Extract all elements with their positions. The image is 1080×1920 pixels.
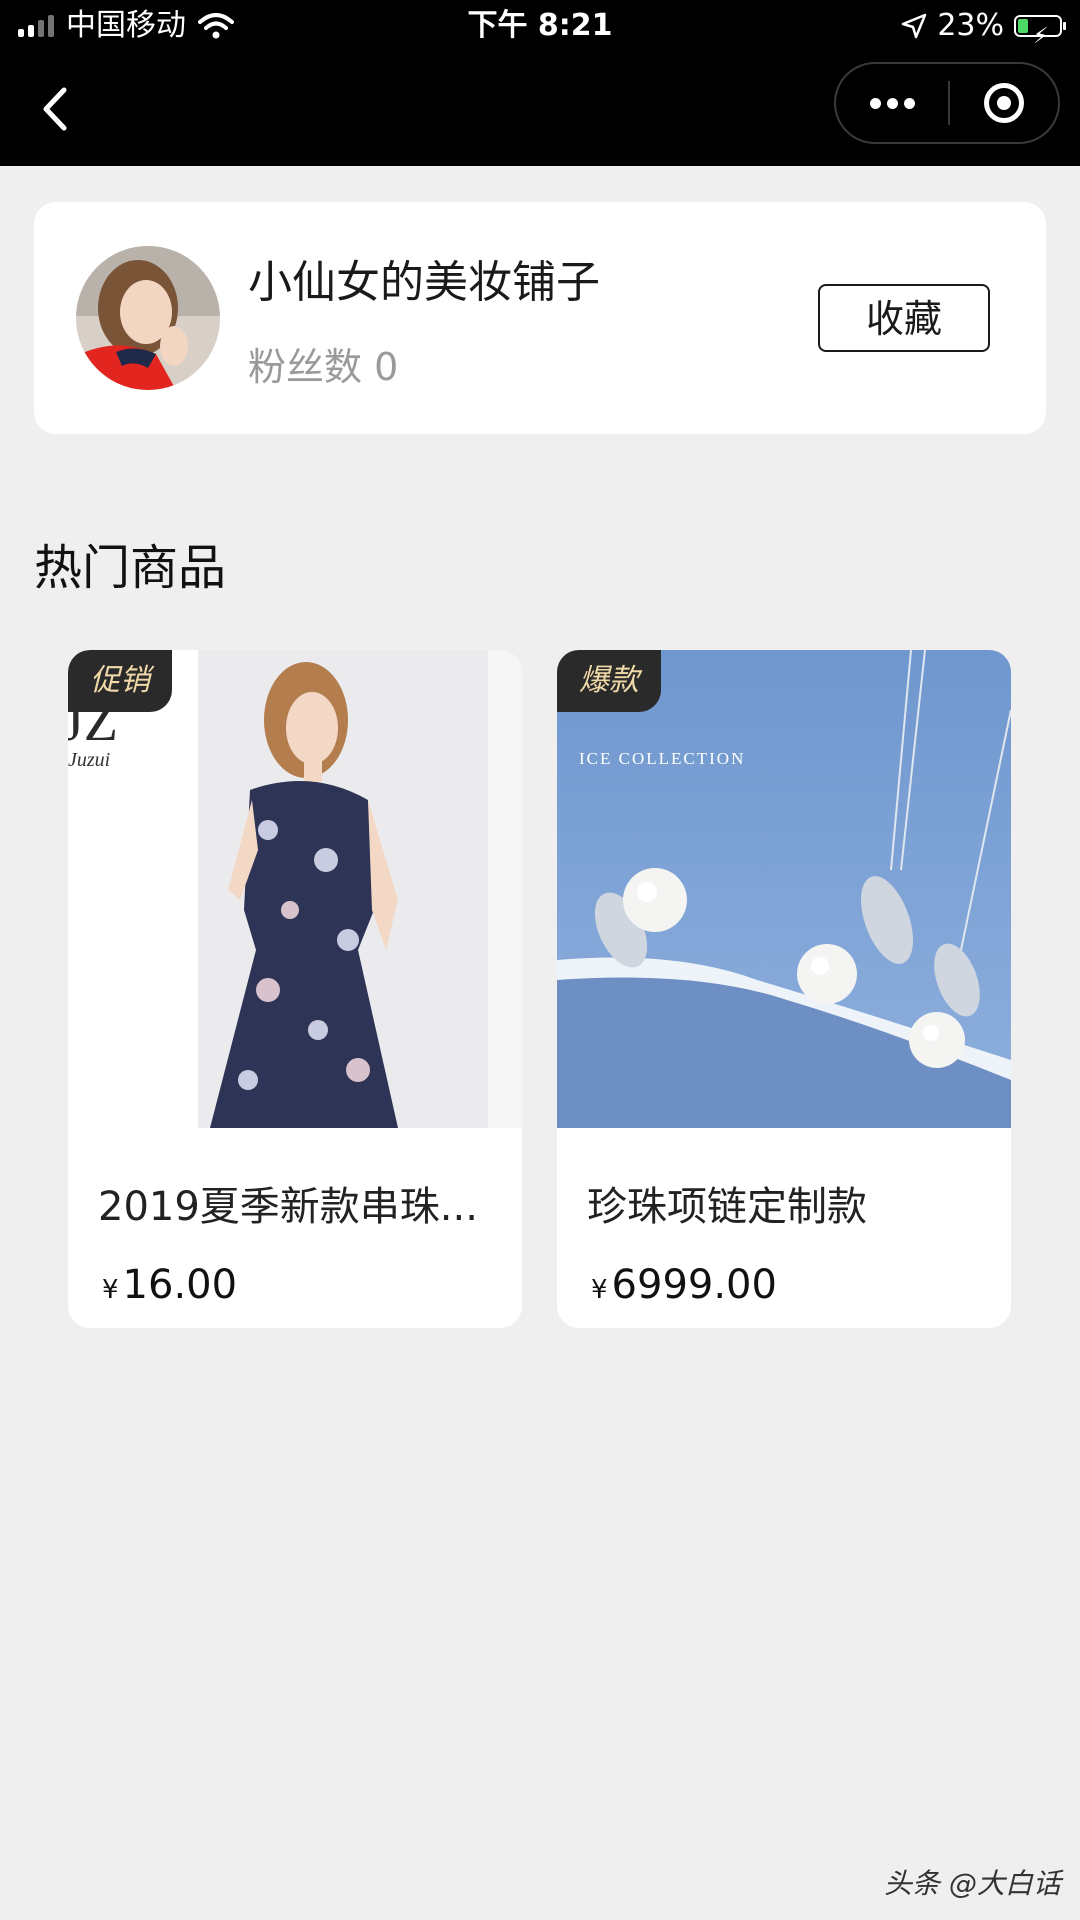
product-title: 2019夏季新款串珠...: [98, 1184, 478, 1230]
hot-tag: 爆款: [557, 650, 661, 712]
close-program-button[interactable]: [950, 62, 1058, 144]
back-arrow-icon[interactable]: [36, 84, 76, 134]
product-price: ¥6999.00: [591, 1262, 777, 1308]
status-bar: 中国移动 下午 8:21 23% ⚡: [0, 0, 1080, 52]
more-options-button[interactable]: [836, 62, 948, 144]
top-bar: 中国移动 下午 8:21 23% ⚡: [0, 0, 1080, 166]
image-caption: ICE COLLECTION: [579, 749, 745, 768]
status-right: 23% ⚡: [901, 0, 1066, 52]
product-image[interactable]: ICE COLLECTION 爆款: [557, 650, 1011, 1128]
battery-percentage: 23%: [937, 8, 1004, 43]
shop-name: 小仙女的美妆铺子: [248, 257, 600, 308]
product-card[interactable]: ICE COLLECTION 爆款 珍珠项链定制款 ¥6999.00: [557, 650, 1011, 1328]
watermark: 头条 @大白话: [884, 1867, 1061, 1900]
product-title: 珍珠项链定制款: [587, 1184, 867, 1230]
battery-icon: ⚡: [1014, 15, 1066, 49]
favorite-button[interactable]: 收藏: [818, 284, 990, 352]
product-card[interactable]: JZ Juzui 促销 2019夏季新款串珠... ¥16.00: [68, 650, 522, 1328]
shop-card: 小仙女的美妆铺子 粉丝数 0 收藏: [34, 202, 1046, 434]
shop-avatar[interactable]: [76, 246, 220, 390]
close-target-icon: [984, 83, 1024, 123]
mini-program-capsule: [834, 62, 1060, 144]
promo-tag: 促销: [68, 650, 172, 712]
section-title: 热门商品: [34, 540, 227, 596]
location-arrow-icon: [902, 13, 927, 39]
currency-symbol: ¥: [102, 1275, 119, 1305]
avatar-portrait-image: [76, 246, 220, 390]
fans-count: 粉丝数 0: [248, 345, 399, 389]
currency-symbol: ¥: [591, 1275, 608, 1305]
svg-text:Juzui: Juzui: [68, 749, 110, 771]
price-value: 6999.00: [611, 1262, 777, 1308]
product-image[interactable]: JZ Juzui 促销: [68, 650, 522, 1128]
price-value: 16.00: [122, 1262, 238, 1308]
product-price: ¥16.00: [102, 1262, 237, 1308]
